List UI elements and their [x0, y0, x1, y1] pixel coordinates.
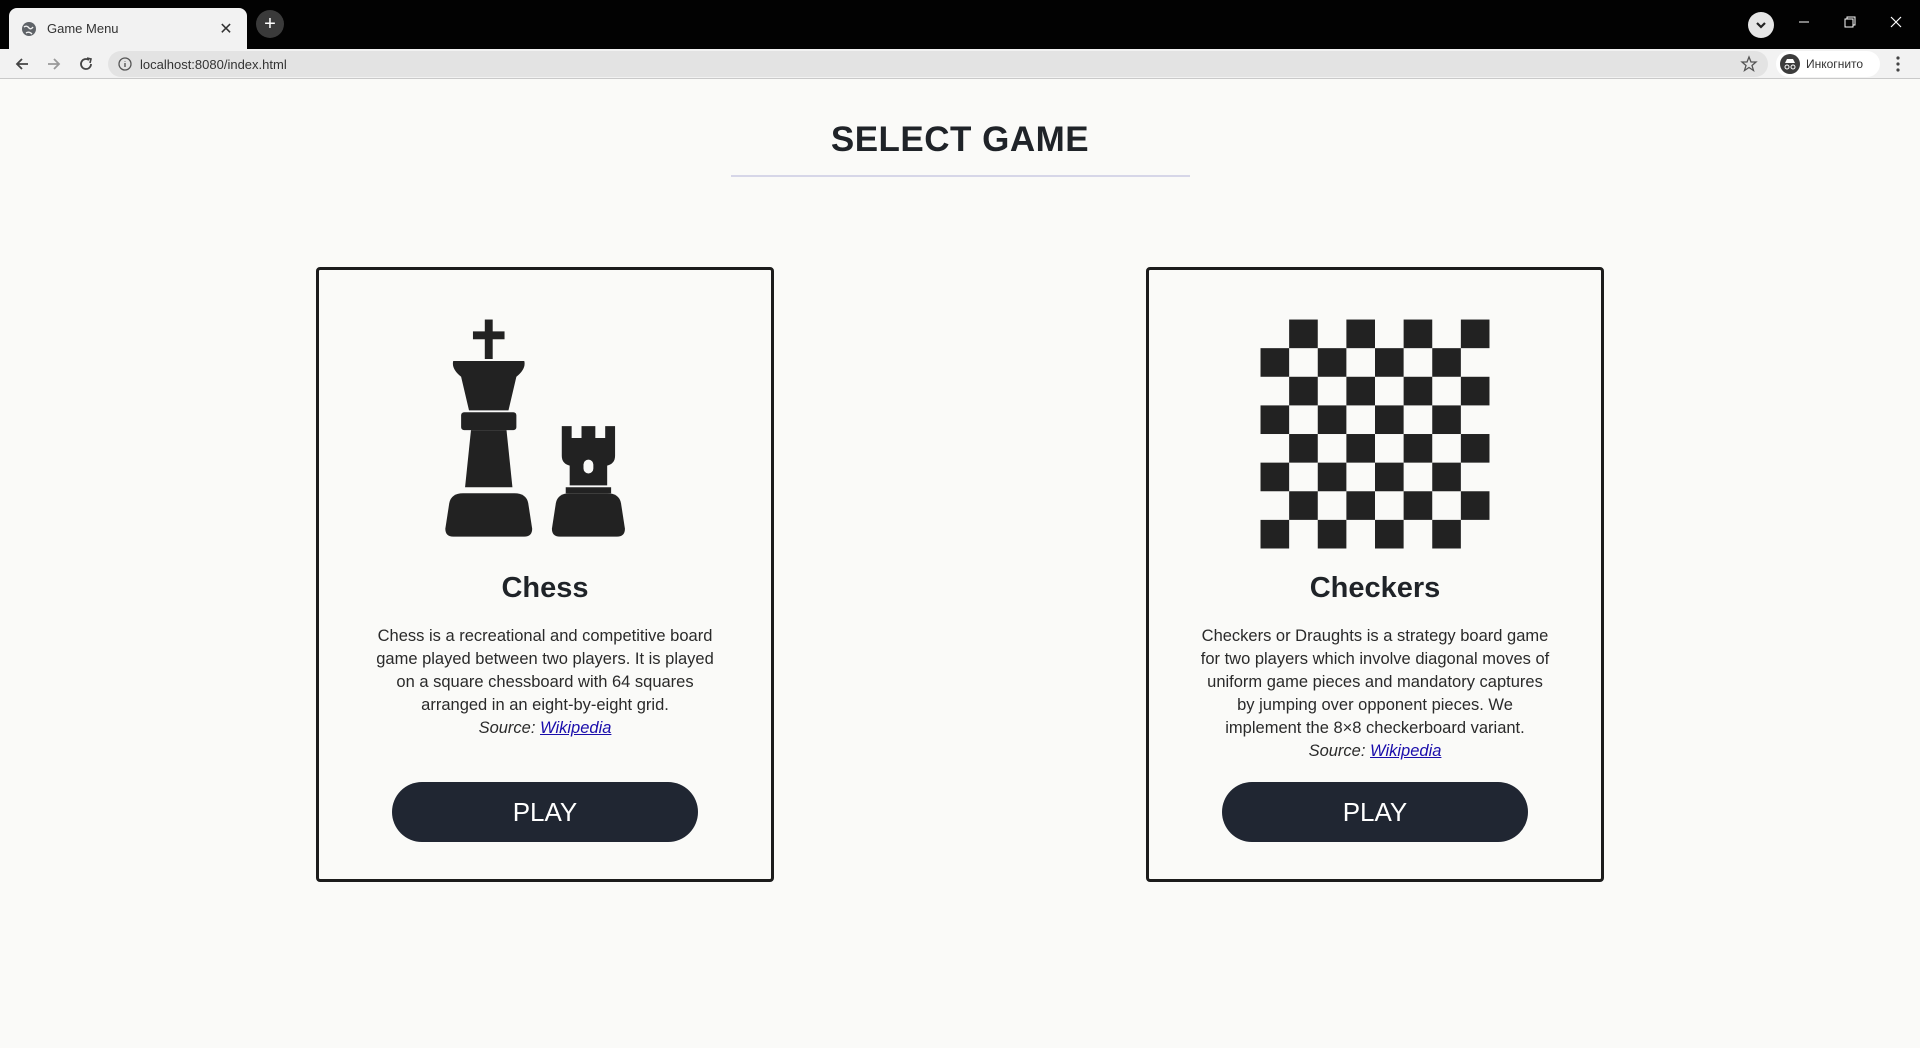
checkerboard-square — [1260, 519, 1290, 549]
incognito-icon — [1780, 54, 1800, 74]
url-text: localhost:8080/index.html — [140, 56, 287, 72]
close-tab-icon[interactable]: ✕ — [217, 19, 235, 39]
checkerboard-square — [1375, 405, 1404, 435]
description-text: Chess is a recreational and competitive … — [376, 627, 714, 714]
restore-button[interactable] — [1828, 6, 1872, 38]
arrow-right-icon — [48, 58, 61, 70]
play-checkers-button[interactable]: PLAY — [1222, 782, 1528, 842]
checkerboard-square — [1317, 348, 1347, 377]
browser-menu-button[interactable] — [1888, 54, 1908, 74]
checkerboard-square — [1260, 348, 1290, 377]
reload-button[interactable] — [74, 52, 98, 76]
checkerboard-square — [1346, 376, 1375, 406]
browser-tab[interactable]: Game Menu ✕ — [9, 8, 247, 49]
checkerboard-square — [1346, 491, 1375, 520]
checkerboard-square — [1289, 376, 1318, 406]
play-chess-button[interactable]: PLAY — [392, 782, 698, 842]
address-bar[interactable]: localhost:8080/index.html — [108, 51, 1768, 77]
new-tab-button[interactable]: + — [256, 10, 284, 38]
tab-search-button[interactable] — [1748, 12, 1774, 38]
checkerboard-square — [1460, 376, 1490, 406]
checkerboard-square — [1317, 405, 1347, 435]
checkerboard-square — [1375, 348, 1404, 377]
chess-card: Chess Chess is a recreational and compet… — [316, 267, 774, 882]
game-description: Chess is a recreational and competitive … — [369, 625, 721, 740]
checkerboard-square — [1403, 491, 1433, 520]
checkerboard-icon — [1260, 319, 1490, 549]
incognito-label: Инкогнито — [1806, 57, 1864, 71]
checkerboard-square — [1375, 462, 1404, 492]
game-title: Checkers — [1309, 572, 1441, 604]
checkerboard-square — [1289, 319, 1318, 349]
checkerboard-square — [1375, 519, 1404, 549]
description-text: Checkers or Draughts is a strategy board… — [1200, 627, 1550, 737]
close-window-button[interactable] — [1874, 6, 1918, 38]
checkerboard-square — [1432, 462, 1461, 492]
checkerboard-square — [1403, 319, 1433, 349]
restore-icon — [1844, 16, 1856, 28]
checkerboard-square — [1460, 319, 1490, 349]
info-icon — [118, 57, 132, 71]
checkerboard-square — [1346, 319, 1375, 349]
checkerboard-square — [1289, 434, 1318, 463]
title-divider — [731, 175, 1190, 177]
source-label: Source: — [1308, 742, 1366, 760]
page-title: SELECT GAME — [830, 120, 1090, 159]
back-button[interactable] — [10, 52, 34, 76]
checkerboard-square — [1460, 491, 1490, 520]
checkerboard-square — [1432, 348, 1461, 377]
checkerboard-square — [1432, 519, 1461, 549]
checkers-card: Checkers Checkers or Draughts is a strat… — [1146, 267, 1604, 882]
globe-icon — [22, 21, 36, 36]
game-title: Chess — [501, 572, 589, 604]
checkerboard-square — [1289, 491, 1318, 520]
game-description: Checkers or Draughts is a strategy board… — [1199, 625, 1551, 763]
checkerboard-square — [1403, 376, 1433, 406]
checkerboard-square — [1346, 434, 1375, 463]
tab-title: Game Menu — [47, 21, 119, 36]
checkerboard-square — [1317, 462, 1347, 492]
checkerboard-square — [1432, 405, 1461, 435]
browser-titlebar: Game Menu ✕ + — [0, 0, 1920, 49]
minimize-button[interactable] — [1782, 6, 1826, 38]
chess-king-rook-icon — [445, 319, 625, 537]
browser-toolbar: localhost:8080/index.html Инкогнито — [0, 49, 1920, 79]
wikipedia-link[interactable]: Wikipedia — [1370, 742, 1441, 760]
source-label: Source: — [478, 719, 536, 737]
minimize-icon — [1799, 21, 1809, 23]
close-icon — [1890, 16, 1902, 28]
chevron-down-icon — [1756, 22, 1766, 29]
arrow-left-icon — [15, 58, 28, 70]
bookmark-star-icon[interactable] — [1740, 55, 1758, 73]
checkerboard-square — [1317, 519, 1347, 549]
wikipedia-link[interactable]: Wikipedia — [540, 719, 611, 737]
forward-button[interactable] — [42, 52, 66, 76]
reload-icon — [80, 57, 92, 70]
incognito-indicator[interactable]: Инкогнито — [1776, 51, 1880, 77]
checkerboard-square — [1460, 434, 1490, 463]
checkerboard-square — [1260, 405, 1290, 435]
checkerboard-square — [1260, 462, 1290, 492]
checkerboard-square — [1403, 434, 1433, 463]
more-vertical-icon — [1896, 56, 1900, 72]
